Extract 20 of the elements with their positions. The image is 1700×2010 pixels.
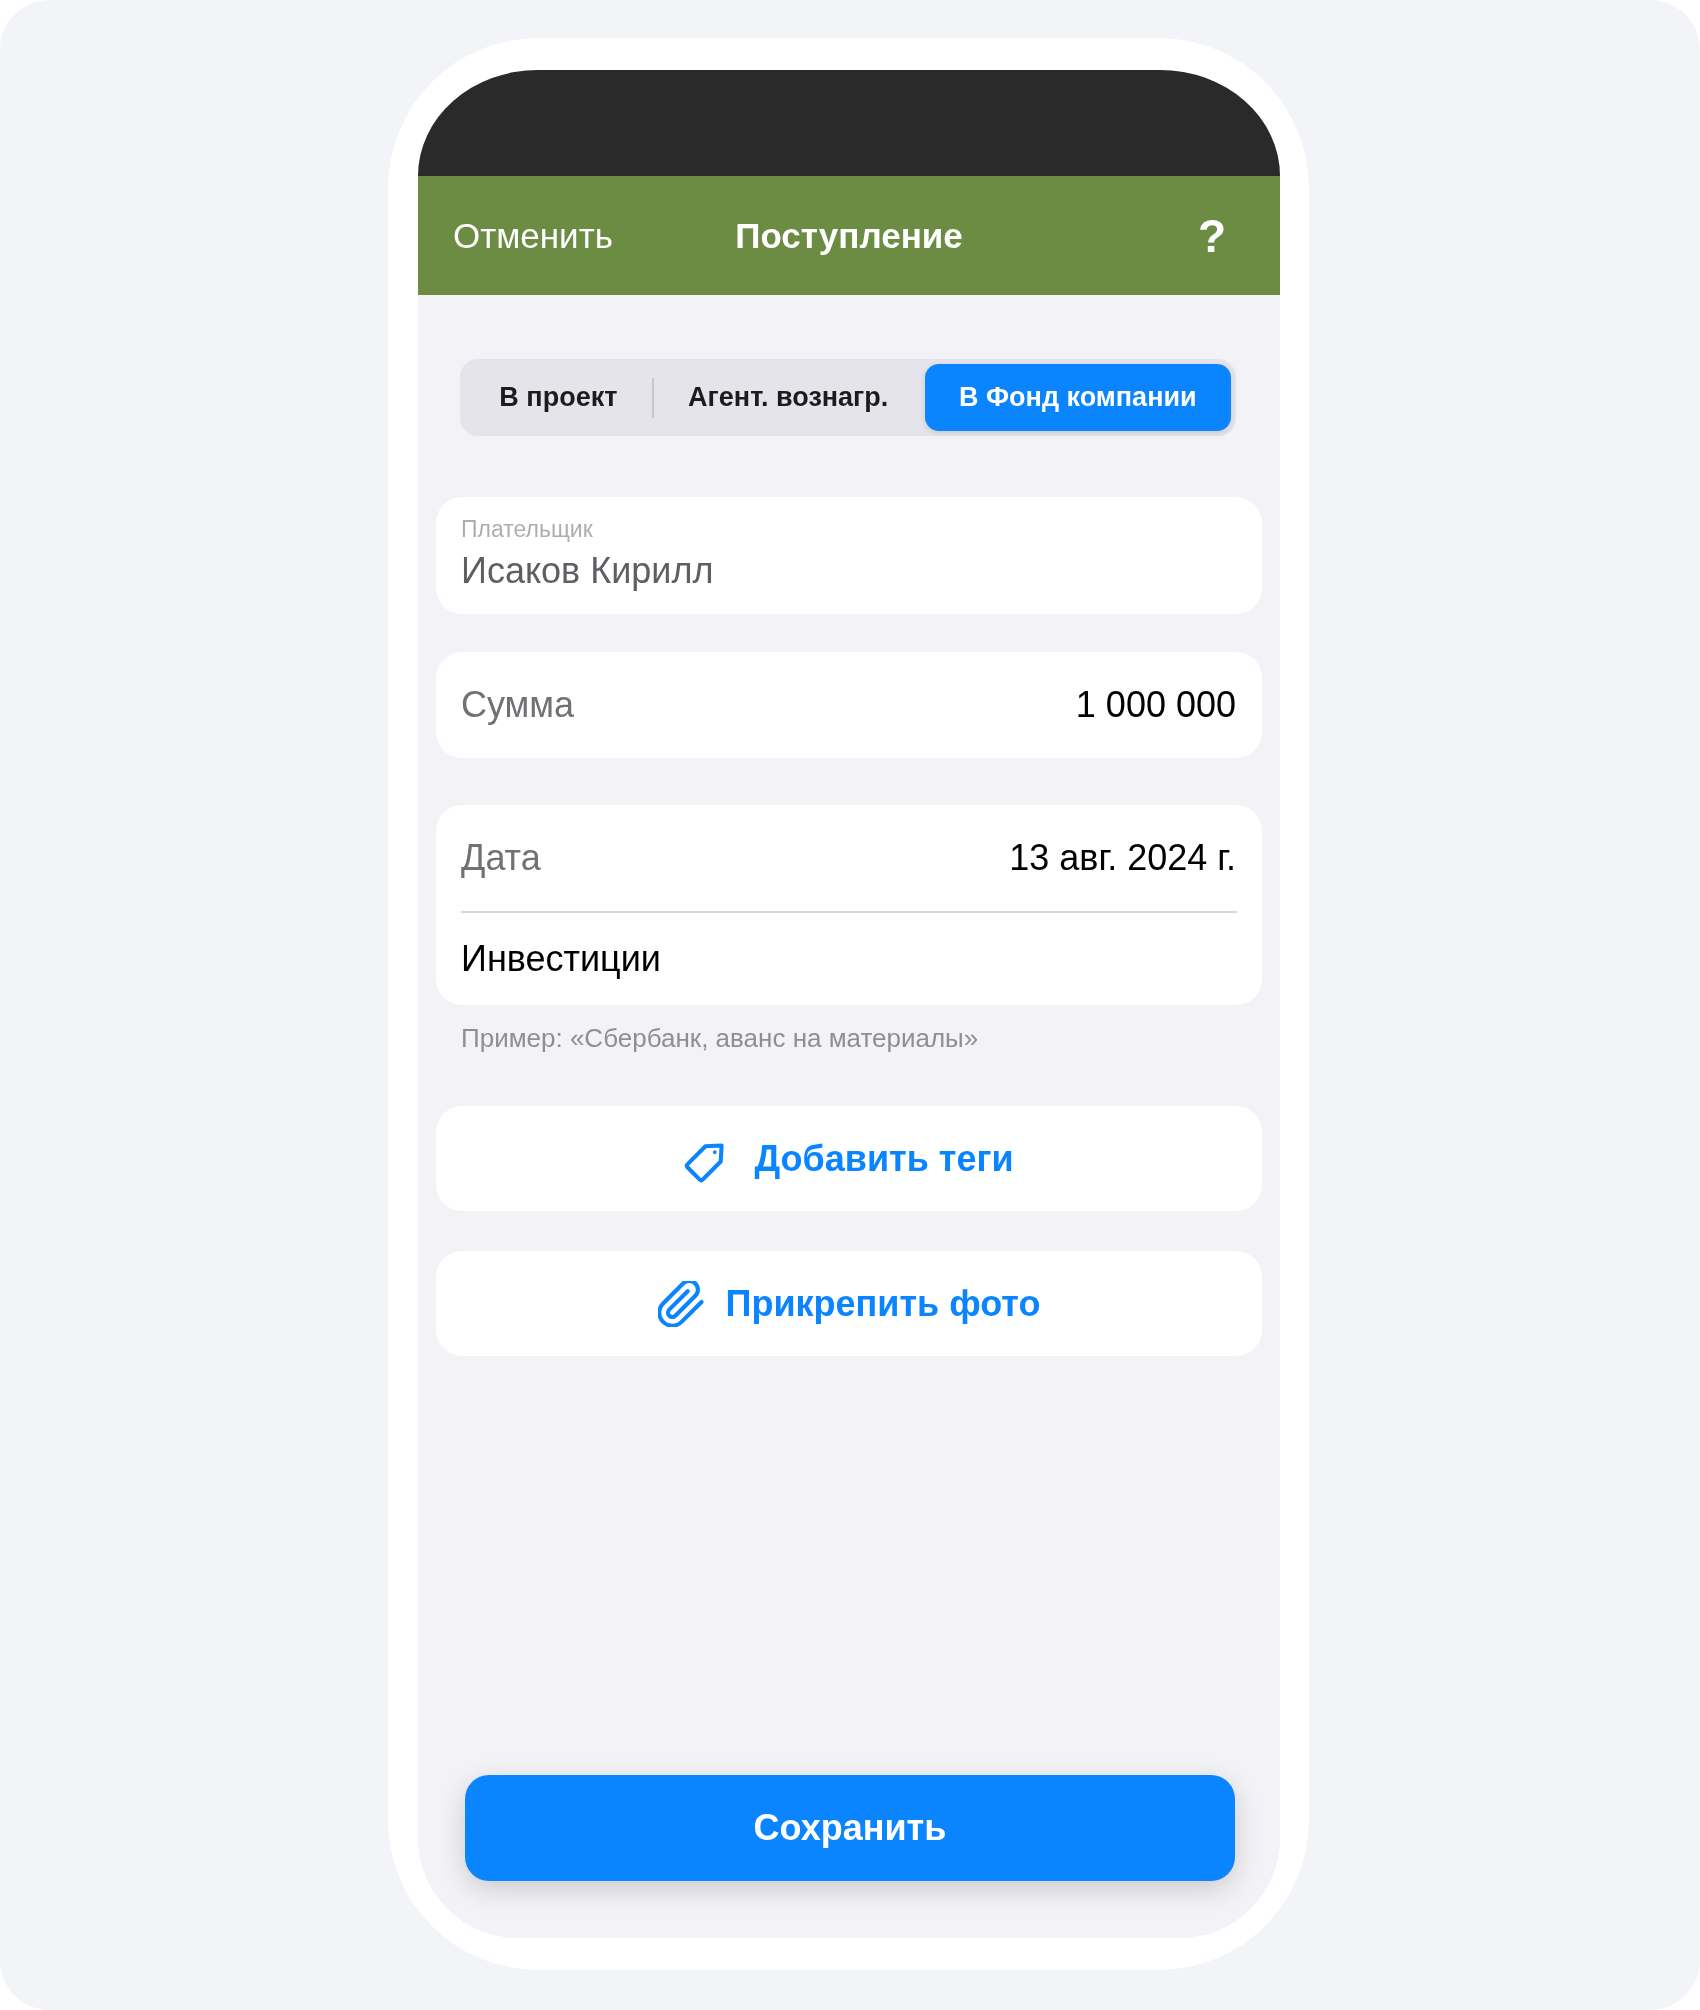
comment-field[interactable]: Инвестиции bbox=[436, 913, 1262, 1005]
field-label: Плательщик bbox=[461, 515, 593, 543]
date-label: Дата bbox=[461, 836, 541, 880]
screen-title: Поступление bbox=[735, 214, 963, 257]
segment-tab[interactable]: В проект bbox=[465, 364, 652, 431]
attach-photo-button[interactable]: Прикрепить фото bbox=[436, 1251, 1262, 1356]
paperclip-icon bbox=[657, 1280, 704, 1327]
payer-field[interactable]: Плательщик Исаков Кирилл bbox=[436, 497, 1262, 614]
field-value: Исаков Кирилл bbox=[461, 549, 714, 593]
segment-tab[interactable]: В Фонд компании bbox=[924, 364, 1231, 431]
cancel-button[interactable]: Отменить bbox=[453, 213, 613, 258]
add-tags-button[interactable]: Добавить теги bbox=[436, 1106, 1262, 1211]
field-label: Сумма bbox=[461, 683, 575, 727]
hint-text: Пример: «Сбербанк, аванс на материалы» bbox=[461, 1022, 979, 1054]
save-button[interactable]: Сохранить bbox=[465, 1775, 1235, 1881]
date-value[interactable]: 13 авг. 2024 г. bbox=[1009, 836, 1236, 880]
field-value: 1 000 000 bbox=[1075, 683, 1236, 727]
amount-field[interactable]: Сумма 1 000 000 bbox=[436, 652, 1262, 758]
help-button[interactable]: ? bbox=[1197, 209, 1226, 262]
segment-tab[interactable]: Агент. вознагр. bbox=[653, 364, 923, 431]
